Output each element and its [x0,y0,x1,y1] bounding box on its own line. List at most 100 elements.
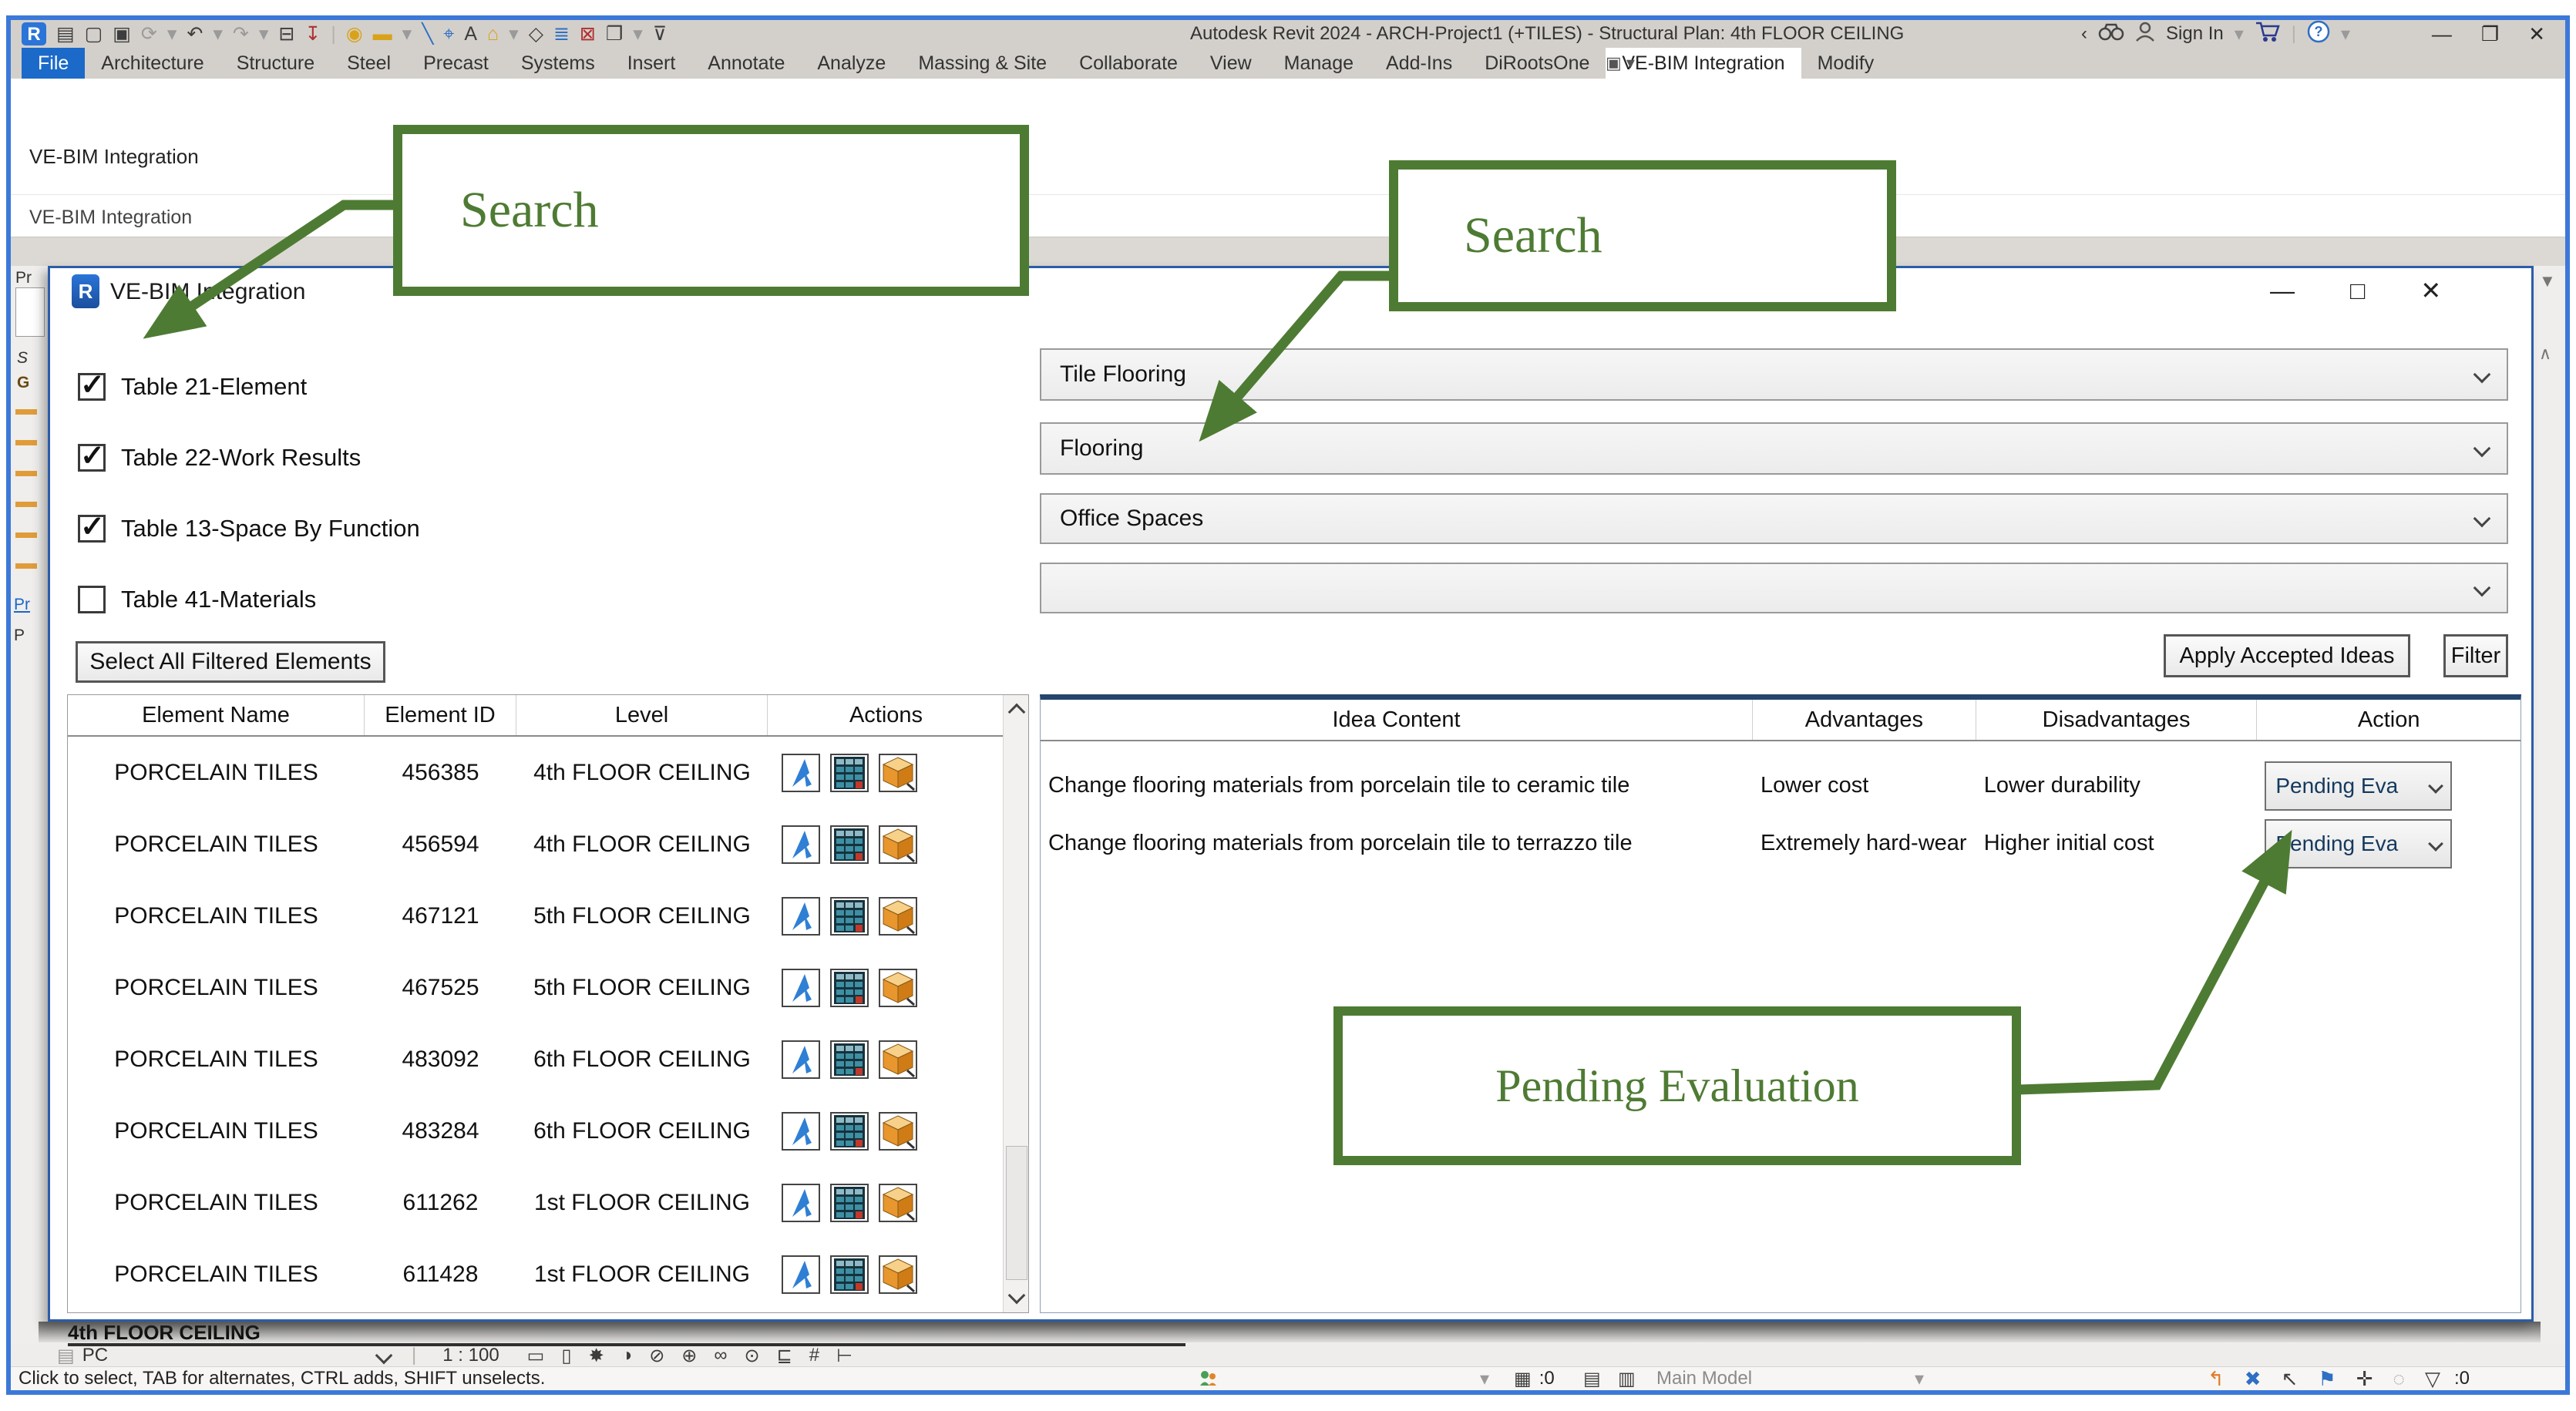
ribbon-tab[interactable]: Annotate [691,48,801,79]
project-browser-icon[interactable]: ▤ [56,25,75,44]
restore-button[interactable]: ❐ [2481,22,2499,46]
checkbox[interactable] [78,586,106,613]
element-row[interactable]: PORCELAIN TILES 467121 5th FLOOR CEILING [68,880,1004,952]
element-table-scrollbar[interactable] [1003,695,1028,1312]
dialog-close-button[interactable]: ✕ [2420,276,2441,305]
sync-icon[interactable]: ⟳ [141,25,157,44]
select-by-face-icon[interactable]: ✛ [2356,1367,2373,1391]
ribbon-tab[interactable]: Massing & Site [902,48,1063,79]
dialog-maximize-button[interactable]: □ [2350,277,2365,305]
filter-icon[interactable]: ▽ [2425,1367,2440,1391]
shadows-icon[interactable]: ◑ [621,1345,633,1366]
undo-icon[interactable]: ↶ [187,25,203,44]
ribbon-state-toggle[interactable]: ▣ ▾ [1595,48,1646,79]
table-filter-row[interactable]: Table 13-Space By Function [78,493,617,564]
help-icon[interactable]: ? [2307,20,2330,49]
worksharing-icon[interactable] [1198,1367,1218,1390]
search-filter-combobox[interactable]: Office Spaces [1040,493,2508,544]
aligned-dimension-icon[interactable]: ╲ [422,25,433,44]
open-schedule-icon[interactable] [830,969,869,1007]
dialog-minimize-button[interactable]: — [2270,277,2295,305]
element-row[interactable]: PORCELAIN TILES 483092 6th FLOOR CEILING [68,1023,1004,1095]
temporary-hide-icon[interactable]: ⊑ [777,1345,792,1367]
table-filter-row[interactable]: Table 22-Work Results [78,422,617,493]
element-row[interactable]: PORCELAIN TILES 456594 4th FLOOR CEILING [68,808,1004,880]
show-3d-icon[interactable] [879,1040,917,1079]
collapse-caret-icon[interactable]: ‹ [2081,23,2087,45]
search-icon[interactable] [2098,22,2124,47]
dropdown-caret-icon[interactable]: ▾ [509,25,519,44]
switch-windows-icon[interactable]: ❐ [606,25,623,44]
dropdown-caret-icon[interactable]: ▾ [2341,23,2350,45]
select-element-icon[interactable] [782,1112,820,1151]
ribbon-tab[interactable]: Systems [505,48,611,79]
navigation-bar-icon[interactable]: ▼ [2539,271,2556,291]
type-selector[interactable] [15,287,45,337]
analytical-model-icon[interactable]: # [809,1345,819,1366]
minimize-button[interactable]: — [2432,22,2452,46]
filter-button[interactable]: Filter [2443,634,2508,677]
ribbon-tab[interactable]: View [1194,48,1268,79]
main-model-label[interactable]: Main Model [1656,1367,1752,1390]
idea-action-dropdown[interactable]: Pending Eva [2265,761,2452,811]
checkbox[interactable] [78,373,106,401]
ribbon-tab[interactable]: File [22,48,85,79]
search-filter-combobox[interactable]: Tile Flooring [1040,348,2508,401]
ribbon-tab[interactable]: Add-Ins [1370,48,1468,79]
dropdown-caret-icon[interactable]: ▾ [633,25,643,44]
ribbon-tab[interactable]: Steel [331,48,407,79]
ribbon-tab[interactable]: DiRootsOne [1468,48,1606,79]
crop-region-icon[interactable]: ▯ [561,1345,571,1367]
select-all-filtered-elements-button[interactable]: Select All Filtered Elements [76,641,385,683]
properties-help-link[interactable]: Pr [14,596,30,614]
editable-worksets[interactable]: ▦ :0 [1514,1367,1555,1390]
separator[interactable]: | [331,25,336,44]
save-icon[interactable]: ▣ [113,25,131,44]
thin-lines-icon[interactable]: ≣ [553,25,570,44]
select-element-icon[interactable] [782,897,820,936]
select-pinned-icon[interactable]: ⚑ [2318,1367,2336,1391]
text-icon[interactable]: A [464,25,477,44]
measure-icon[interactable]: ▬ [373,25,392,44]
scrollbar-thumb[interactable] [1006,1146,1027,1280]
close-button[interactable]: ✕ [2528,22,2545,46]
show-3d-icon[interactable] [879,1112,917,1151]
chevron-down-icon[interactable] [375,1347,393,1365]
scrollbar-up-icon[interactable]: ∧ [2539,344,2551,364]
dropdown-caret-icon[interactable]: ▾ [1915,1367,1924,1390]
ribbon-tab[interactable]: Architecture [85,48,220,79]
search-filter-combobox[interactable]: Flooring [1040,422,2508,475]
customize-qat-icon[interactable]: ⊽ [653,25,667,44]
open-schedule-icon[interactable] [830,825,869,864]
show-3d-icon[interactable] [879,1255,917,1294]
app-store-cart-icon[interactable] [2255,20,2281,49]
apply-accepted-ideas-button[interactable]: Apply Accepted Ideas [2164,634,2410,677]
checkbox[interactable] [78,515,106,543]
select-element-icon[interactable] [782,825,820,864]
main-model-icon[interactable]: ▥ [1618,1367,1636,1390]
glasses-icon[interactable]: ∞ [714,1345,727,1366]
select-element-icon[interactable] [782,1040,820,1079]
show-3d-icon[interactable] [879,969,917,1007]
dropdown-caret-icon[interactable]: ▾ [2235,23,2244,45]
idea-action-dropdown[interactable]: Pending Eva [2265,819,2452,868]
measure-off-icon[interactable]: ⊘ [649,1345,664,1367]
dropdown-caret-icon[interactable]: ▾ [402,25,412,44]
home-view-icon[interactable]: ⌂ [487,25,499,44]
dropdown-caret-icon[interactable]: ▾ [167,25,177,44]
search-filter-combobox[interactable] [1040,563,2508,613]
user-icon[interactable] [2135,21,2155,48]
redo-icon[interactable]: ↷ [233,25,249,44]
ribbon-tab[interactable]: Manage [1268,48,1370,79]
pin-icon[interactable]: ◉ [346,25,363,44]
ve-bim-ribbon-button[interactable] [57,85,134,149]
ribbon-tab[interactable]: Precast [407,48,505,79]
measure-on-icon[interactable]: ⊕ [681,1345,697,1367]
open-schedule-icon[interactable] [830,1184,869,1222]
ribbon-tab[interactable]: Structure [220,48,331,79]
select-links-icon[interactable]: ↰ [2208,1367,2225,1391]
select-element-icon[interactable] [782,1255,820,1294]
select-element-icon[interactable] [782,969,820,1007]
ribbon-tab[interactable]: Insert [611,48,692,79]
ribbon-button-label[interactable]: VE-BIM Integration [29,145,199,169]
